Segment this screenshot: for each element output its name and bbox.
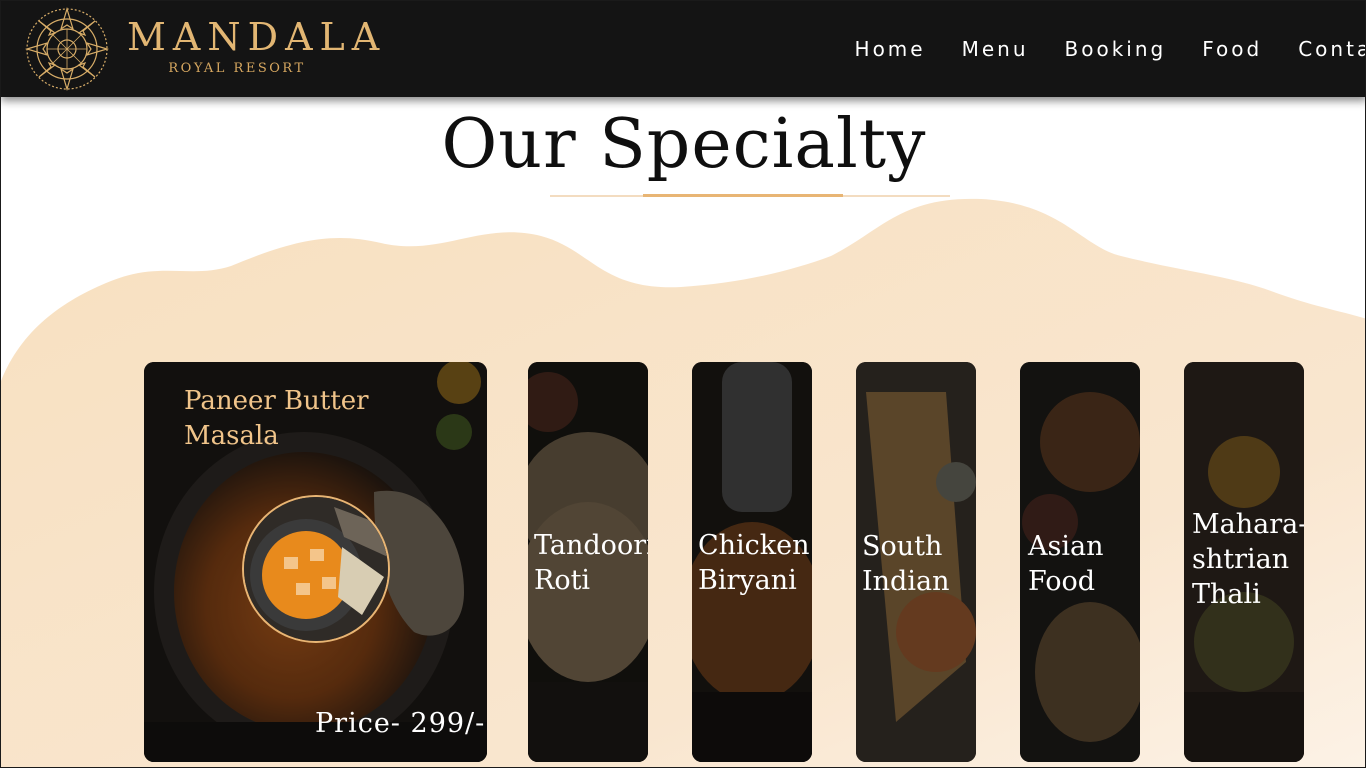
dish-card-asian-food[interactable]: Asian Food [1020, 362, 1140, 762]
dish-card-label: Chicken Biryani [698, 530, 810, 596]
featured-dish-card[interactable]: Paneer Butter Masala Price- 299/- [144, 362, 487, 762]
dish-card-label: Tandoori Roti [534, 530, 648, 596]
nav-menu[interactable]: Menu [962, 37, 1029, 61]
main-nav: Home Menu Booking Food Contact [819, 37, 1365, 61]
site-header: MANDALA ROYAL RESORT Home Menu Booking F… [1, 1, 1365, 97]
title-underline-accent [643, 194, 843, 197]
dish-card-chicken-biryani[interactable]: Chicken Biryani [692, 362, 812, 762]
dish-card-maharashtrian-thali[interactable]: Mahara- shtrian Thali [1184, 362, 1304, 762]
featured-dish-price: Price- 299/- [315, 708, 486, 739]
mandala-logo-icon[interactable] [23, 5, 111, 93]
page: MANDALA ROYAL RESORT Home Menu Booking F… [0, 0, 1366, 768]
brand[interactable]: MANDALA ROYAL RESORT [127, 15, 387, 76]
section-title: Our Specialty [441, 105, 927, 184]
dish-card-label: Asian Food [1028, 531, 1104, 597]
nav-home[interactable]: Home [855, 37, 926, 61]
nav-food[interactable]: Food [1202, 37, 1262, 61]
brand-name: MANDALA [127, 15, 387, 59]
dish-card-label: Mahara- shtrian Thali [1192, 509, 1304, 610]
featured-dish-thumbnail [242, 495, 390, 643]
dish-card-tandoori-roti[interactable]: Tandoori Roti [528, 362, 648, 762]
nav-contact[interactable]: Contact [1298, 37, 1365, 61]
dish-card-label: South Indian [862, 531, 950, 597]
brand-subtitle: ROYAL RESORT [168, 61, 306, 76]
featured-dish-name: Paneer Butter Masala [184, 386, 369, 451]
nav-booking[interactable]: Booking [1065, 37, 1167, 61]
dish-card-south-indian[interactable]: South Indian [856, 362, 976, 762]
